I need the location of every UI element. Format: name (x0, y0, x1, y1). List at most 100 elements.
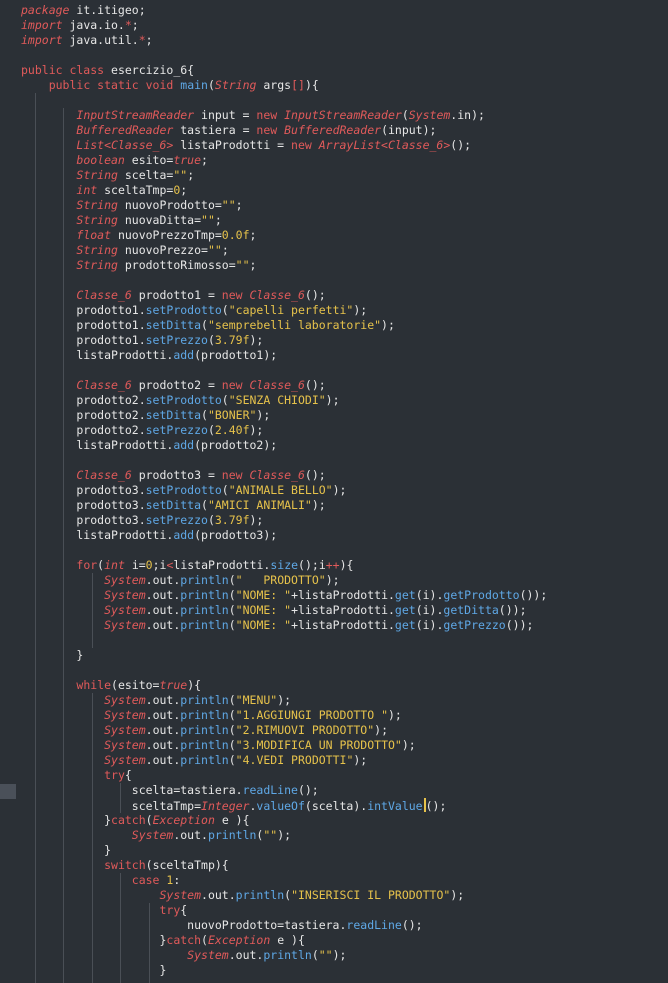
code-line[interactable]: List<Classe_6> listaProdotti = new Array… (21, 138, 668, 153)
code-line[interactable]: prodotto2.setPrezzo(2.40f); (21, 423, 668, 438)
code-line[interactable]: System.out.println(""); (21, 828, 668, 843)
code-line[interactable]: prodotto1.setDitta("semprebelli laborato… (21, 318, 668, 333)
code-line[interactable]: boolean esito=true; (21, 153, 668, 168)
code-line[interactable]: prodotto2.setProdotto("SENZA CHIODI"); (21, 393, 668, 408)
code-line[interactable]: } (21, 963, 668, 978)
code-token: println (180, 708, 229, 722)
code-line[interactable]: prodotto3.setDitta("AMICI ANIMALI"); (21, 498, 668, 513)
code-token: { (180, 903, 188, 917)
code-token: add (173, 348, 195, 362)
code-token: nuovaDitta= (117, 213, 202, 227)
code-token: +listaProdotti. (291, 603, 395, 617)
code-token: ()); (519, 588, 548, 602)
code-line[interactable]: prodotto3.setProdotto("ANIMALE BELLO"); (21, 483, 668, 498)
code-token: String (214, 78, 257, 92)
code-line[interactable]: } (21, 843, 668, 858)
code-line[interactable] (21, 633, 668, 648)
code-line[interactable] (21, 273, 668, 288)
code-editor[interactable]: package it.itigeo; import java.io.*; impor… (0, 0, 668, 983)
code-token: ); (388, 708, 402, 722)
code-line[interactable]: }catch(Exception e ){ (21, 933, 668, 948)
code-token: prodotto2 = (131, 378, 222, 392)
code-line[interactable]: while(esito=true){ (21, 678, 668, 693)
code-area[interactable]: package it.itigeo; import java.io.*; impor… (0, 3, 668, 978)
code-token: System (104, 753, 146, 767)
code-token: setDitta (145, 498, 202, 512)
code-line[interactable] (21, 453, 668, 468)
code-line[interactable]: listaProdotti.add(prodotto1); (21, 348, 668, 363)
code-token: ( (228, 723, 236, 737)
code-token: import (21, 33, 63, 47)
code-line[interactable]: sceltaTmp=Integer.valueOf(scelta).intVal… (21, 798, 668, 813)
code-line[interactable]: prodotto1.setPrezzo(3.79f); (21, 333, 668, 348)
code-line[interactable]: public class esercizio_6{ (21, 63, 668, 78)
code-line[interactable]: System.out.println("NOME: "+listaProdott… (21, 603, 668, 618)
code-line[interactable]: Classe_6 prodotto2 = new Classe_6(); (21, 378, 668, 393)
code-token: Classe_6 (76, 378, 132, 392)
code-line[interactable] (21, 663, 668, 678)
code-line[interactable]: listaProdotti.add(prodotto3); (21, 528, 668, 543)
code-line[interactable]: System.out.println("NOME: "+listaProdott… (21, 588, 668, 603)
code-line[interactable] (21, 48, 668, 63)
code-token: ( (207, 78, 215, 92)
code-token: catch (111, 813, 146, 827)
code-token: ; (201, 153, 208, 167)
code-line[interactable]: System.out.println("2.RIMUOVI PRODOTTO")… (21, 723, 668, 738)
code-token: ; (235, 198, 243, 212)
code-line[interactable]: System.out.println("NOME: "+listaProdott… (21, 618, 668, 633)
code-line[interactable]: }catch(Exception e ){ (21, 813, 668, 828)
code-line[interactable]: String nuovoPrezzo=""; (21, 243, 668, 258)
code-token: .out. (145, 603, 181, 617)
code-line[interactable]: switch(sceltaTmp){ (21, 858, 668, 873)
code-line[interactable]: System.out.println("INSERISCI IL PRODOTT… (21, 888, 668, 903)
code-line[interactable]: String nuovaDitta=""; (21, 213, 668, 228)
code-line[interactable]: System.out.println(" PRODOTTO"); (21, 573, 668, 588)
code-token: Exception (152, 813, 215, 827)
code-line[interactable]: Classe_6 prodotto1 = new Classe_6(); (21, 288, 668, 303)
code-token: setDitta (145, 318, 202, 332)
code-token: Classe_6 (76, 468, 132, 482)
code-line[interactable]: System.out.println("3.MODIFICA UN PRODOT… (21, 738, 668, 753)
code-token: println (180, 603, 229, 617)
code-line[interactable]: String nuovoProdotto=""; (21, 198, 668, 213)
code-token: (i). (415, 588, 444, 602)
code-line[interactable]: try{ (21, 903, 668, 918)
code-line[interactable]: System.out.println("MENU"); (21, 693, 668, 708)
code-line[interactable]: for(int i=0;i<listaProdotti.size();i++){ (21, 558, 668, 573)
code-token: BufferedReader (284, 123, 382, 137)
code-line[interactable] (21, 93, 668, 108)
code-line[interactable]: BufferedReader tastiera = new BufferedRe… (21, 123, 668, 138)
code-line[interactable]: scelta=tastiera.readLine(); (21, 783, 668, 798)
code-line[interactable]: case 1: (21, 873, 668, 888)
code-line[interactable]: listaProdotti.add(prodotto2); (21, 438, 668, 453)
code-line[interactable]: nuovoProdotto=tastiera.readLine(); (21, 918, 668, 933)
code-token: ; (187, 168, 195, 182)
code-line[interactable] (21, 543, 668, 558)
code-line[interactable]: public static void main(String args[]){ (21, 78, 668, 93)
code-line[interactable]: String prodottoRimosso=""; (21, 258, 668, 273)
code-line[interactable]: System.out.println(""); (21, 948, 668, 963)
code-line[interactable]: package it.itigeo; (21, 3, 668, 18)
code-line[interactable]: System.out.println("4.VEDI PRODOTTI"); (21, 753, 668, 768)
code-line[interactable]: int sceltaTmp=0; (21, 183, 668, 198)
code-line[interactable]: import java.io.*; (21, 18, 668, 33)
code-line[interactable] (21, 363, 668, 378)
code-line[interactable]: prodotto1.setProdotto("capelli perfetti"… (21, 303, 668, 318)
code-line[interactable]: InputStreamReader input = new InputStrea… (21, 108, 668, 123)
code-token: "INSERISCI IL PRODOTTO" (291, 888, 451, 902)
code-line[interactable]: prodotto2.setDitta("BONER"); (21, 408, 668, 423)
code-token: String (76, 198, 118, 212)
code-line[interactable]: String scelta=""; (21, 168, 668, 183)
code-line[interactable]: Classe_6 prodotto3 = new Classe_6(); (21, 468, 668, 483)
code-line[interactable]: prodotto3.setPrezzo(3.79f); (21, 513, 668, 528)
code-line[interactable]: } (21, 648, 668, 663)
code-token: println (180, 693, 229, 707)
code-line[interactable]: float nuovoPrezzoTmp=0.0f; (21, 228, 668, 243)
code-line[interactable]: import java.util.*; (21, 33, 668, 48)
code-line[interactable]: try{ (21, 768, 668, 783)
code-token: 3.79f (214, 513, 250, 527)
code-line[interactable]: System.out.println("1.AGGIUNGI PRODOTTO … (21, 708, 668, 723)
